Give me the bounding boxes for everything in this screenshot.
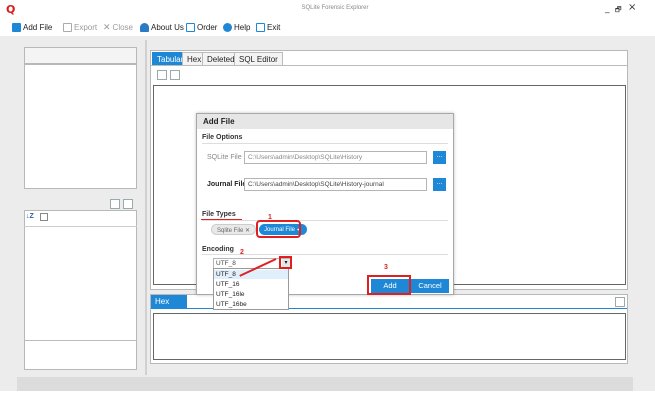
option-utf16le[interactable]: UTF_16le xyxy=(214,290,288,299)
close-icon: ✕ xyxy=(103,21,111,32)
add-file-menu[interactable]: Add File xyxy=(12,21,52,33)
divider xyxy=(202,220,448,221)
annotation-number-3: 3 xyxy=(384,264,388,271)
about-label: About Us xyxy=(151,22,184,32)
encoding-label: Encoding xyxy=(202,246,234,253)
sqlite-file-chip[interactable]: Sqlite File ✕ xyxy=(211,224,257,235)
sqlite-chip-label: Sqlite File xyxy=(217,228,244,234)
status-bar xyxy=(17,377,633,391)
journal-file-label: Journal File xyxy=(207,181,247,188)
splitter[interactable] xyxy=(145,40,147,375)
save-icon[interactable] xyxy=(170,70,180,80)
journal-file-field[interactable]: C:\Users\admin\Desktop\SQLite\History-jo… xyxy=(244,178,427,191)
table-list-panel[interactable] xyxy=(24,210,137,370)
journal-browse-button[interactable]: ... xyxy=(433,178,446,191)
save-icon[interactable] xyxy=(615,297,625,307)
add-file-label: Add File xyxy=(23,22,53,32)
add-file-icon xyxy=(12,22,21,32)
export-menu[interactable]: Export xyxy=(63,21,97,33)
annotation-box-2 xyxy=(279,256,292,269)
divider xyxy=(24,226,137,227)
help-label: Help xyxy=(234,22,251,32)
sqlite-browse-button[interactable]: ... xyxy=(433,151,446,164)
annotation-box-1 xyxy=(256,220,301,238)
remove-icon[interactable]: ✕ xyxy=(245,228,250,234)
cancel-button[interactable]: Cancel xyxy=(411,279,449,293)
sqlite-file-label: SQLite File xyxy=(207,154,242,161)
help-menu[interactable]: Help xyxy=(223,21,250,33)
maximize-button[interactable]: 🗗 xyxy=(615,6,622,17)
order-menu[interactable]: Order xyxy=(186,21,217,33)
sqlite-file-field[interactable]: C:\Users\admin\Desktop\SQLite\History xyxy=(244,151,427,164)
print-icon[interactable] xyxy=(157,70,167,80)
file-tree-panel[interactable] xyxy=(24,64,137,189)
minimize-button[interactable]: _ xyxy=(605,4,610,14)
divider xyxy=(202,254,448,255)
print-icon[interactable] xyxy=(110,199,120,209)
divider xyxy=(24,340,137,341)
menu-bar: Add File Export ✕ Close About Us Order H… xyxy=(0,19,655,35)
file-options-label: File Options xyxy=(202,134,243,141)
annotation-number-2: 2 xyxy=(240,249,244,256)
tab-sql-editor[interactable]: SQL Editor xyxy=(234,52,283,65)
close-menu[interactable]: ✕ Close xyxy=(103,21,133,33)
file-types-label: File Types xyxy=(202,211,236,218)
option-utf16[interactable]: UTF_16 xyxy=(214,280,288,289)
app-logo-icon: Q xyxy=(6,3,16,16)
exit-label: Exit xyxy=(267,22,281,32)
left-panel-header xyxy=(24,47,137,64)
exit-icon xyxy=(256,22,265,32)
window-title: SQLite Forensic Explorer xyxy=(301,5,369,11)
title-bar: Q SQLite Forensic Explorer _ 🗗 × xyxy=(0,0,655,18)
dialog-title: Add File xyxy=(197,114,453,129)
save-icon[interactable] xyxy=(123,199,133,209)
close-label: Close xyxy=(112,22,133,32)
option-utf16be[interactable]: UTF_16be xyxy=(214,300,288,309)
grid-icon[interactable] xyxy=(40,213,48,221)
exit-menu[interactable]: Exit xyxy=(256,21,280,33)
tab-divider xyxy=(151,65,627,66)
about-menu[interactable]: About Us xyxy=(140,21,184,33)
encoding-dropdown[interactable]: UTF_8 UTF_16 UTF_16le UTF_16be xyxy=(213,268,289,310)
sort-icon[interactable]: ↓Z xyxy=(26,213,34,220)
order-label: Order xyxy=(197,22,218,32)
hex-view[interactable] xyxy=(153,313,626,360)
close-window-button[interactable]: × xyxy=(628,2,636,13)
tab-hex-bottom[interactable]: Hex xyxy=(151,295,187,308)
export-icon xyxy=(63,22,72,32)
divider xyxy=(202,143,448,144)
cart-icon xyxy=(186,22,195,32)
export-label: Export xyxy=(74,22,98,32)
person-icon xyxy=(140,22,149,32)
help-icon xyxy=(223,22,232,32)
annotation-box-3 xyxy=(367,275,411,295)
